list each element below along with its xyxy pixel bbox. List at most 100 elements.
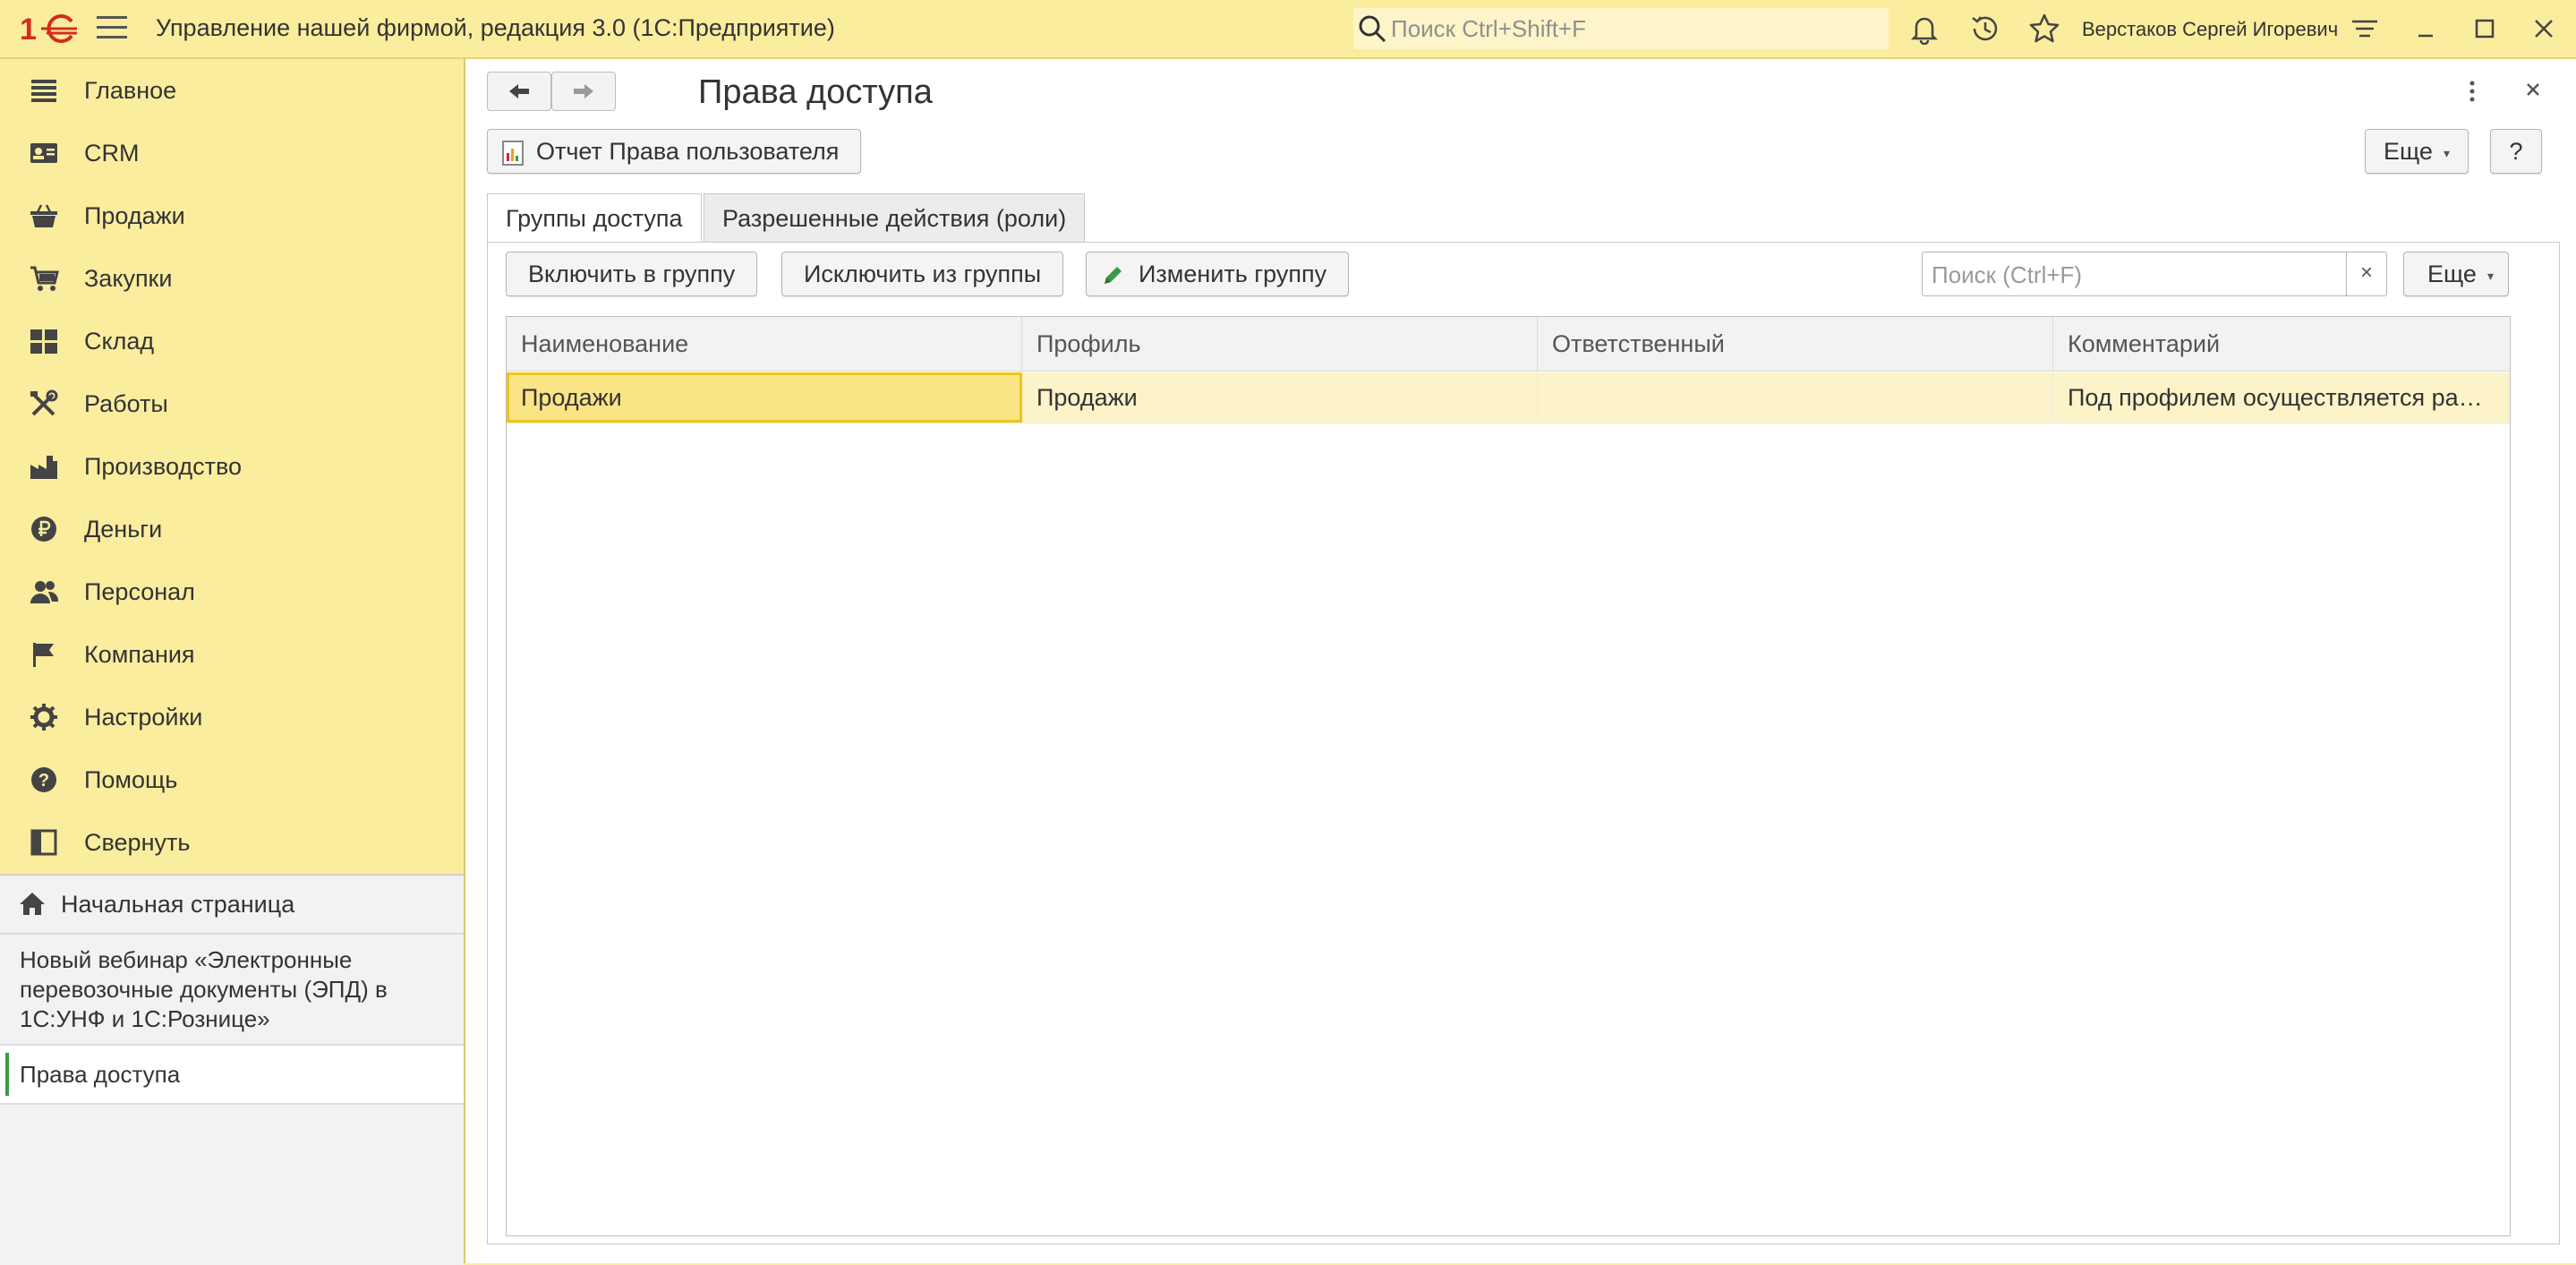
column-header-profile[interactable]: Профиль (1022, 317, 1538, 371)
forward-button[interactable] (551, 72, 616, 111)
sidebar-item-crm[interactable]: CRM (0, 122, 464, 184)
app-title: Управление нашей фирмой, редакция 3.0 (1… (156, 14, 835, 41)
sidebar-item-label: Производство (84, 453, 243, 480)
sidebar-item-works[interactable]: Работы (0, 372, 464, 435)
page-title: Права доступа (698, 73, 933, 111)
contact-card-icon (29, 139, 59, 167)
tab-panel-access-groups: Включить в группу Исключить из группы Из… (487, 242, 2560, 1244)
history-nav (487, 72, 619, 113)
help-icon: ? (29, 765, 59, 794)
table-more-button[interactable]: Еще ▾ (2403, 252, 2509, 296)
open-page-home[interactable]: Начальная страница (0, 876, 464, 935)
exclude-from-group-button[interactable]: Исключить из группы (781, 252, 1064, 296)
user-name[interactable]: Верстаков Сергей Игоревич (2082, 18, 2338, 41)
sidebar-item-label: Деньги (84, 516, 163, 543)
more-vertical-icon[interactable] (2469, 81, 2476, 102)
sidebar-item-label: Персонал (84, 578, 195, 605)
cart-icon (29, 264, 59, 293)
sidebar-item-label: Закупки (84, 265, 173, 292)
column-header-comment[interactable]: Комментарий (2053, 317, 2510, 371)
open-page-current[interactable]: Права доступа (0, 1046, 464, 1105)
sidebar-item-label: CRM (84, 140, 140, 167)
column-header-responsible[interactable]: Ответственный (1538, 317, 2053, 371)
help-button[interactable]: ? (2490, 129, 2542, 174)
cell-responsible[interactable] (1538, 372, 2053, 423)
history-icon[interactable] (1969, 13, 2001, 45)
edit-group-label: Изменить группу (1139, 261, 1327, 287)
include-in-group-button[interactable]: Включить в группу (506, 252, 758, 296)
sidebar-item-warehouse[interactable]: Склад (0, 310, 464, 372)
sidebar-item-company[interactable]: Компания (0, 623, 464, 686)
sidebar-item-main[interactable]: Главное (0, 59, 464, 122)
sidebar-item-label: Компания (84, 641, 195, 668)
close-icon[interactable] (2528, 13, 2560, 45)
search-icon (1357, 13, 1387, 44)
cell-name[interactable]: Продажи (507, 372, 1022, 423)
column-header-name[interactable]: Наименование (507, 317, 1022, 371)
sidebar-item-help[interactable]: ? Помощь (0, 748, 464, 811)
tab-allowed-actions[interactable]: Разрешенные действия (роли) (704, 193, 1086, 244)
more-button-label: Еще (2384, 138, 2433, 165)
maximize-icon[interactable] (2469, 13, 2501, 45)
1c-logo[interactable]: 1 (20, 11, 79, 47)
report-button-label: Отчет Права пользователя (536, 138, 840, 165)
global-search-input[interactable] (1389, 12, 1876, 46)
star-icon[interactable] (2028, 13, 2060, 45)
back-button[interactable] (487, 72, 551, 111)
sidebar-item-label: Настройки (84, 704, 203, 731)
global-search[interactable] (1353, 8, 1889, 49)
sidebar-item-label: Склад (84, 328, 155, 355)
sidebar-item-collapse[interactable]: Свернуть (0, 811, 464, 874)
flag-icon (29, 640, 59, 669)
sidebar-item-production[interactable]: Производство (0, 435, 464, 498)
sidebar-item-label: Главное (84, 77, 177, 104)
table-search-input[interactable] (1930, 258, 2327, 292)
svg-text:?: ? (38, 771, 49, 791)
pencil-icon (1101, 264, 1124, 287)
title-bar: 1 Управление нашей фирмой, редакция 3.0 … (0, 0, 2576, 59)
sidebar-item-label: Продажи (84, 202, 185, 229)
open-page-webinar[interactable]: Новый вебинар «Электронные перевозочные … (0, 935, 464, 1046)
svg-text:1: 1 (20, 13, 37, 47)
cell-profile[interactable]: Продажи (1022, 372, 1538, 423)
bell-icon[interactable] (1908, 13, 1941, 45)
dropdown-caret-icon: ▾ (2486, 268, 2494, 283)
form-area: Права доступа Отчет Права пользователя Е… (465, 59, 2576, 1263)
open-pages-panel: Начальная страница Новый вебинар «Электр… (0, 874, 464, 1265)
sidebar-item-money[interactable]: Деньги (0, 498, 464, 560)
open-page-label: Начальная страница (61, 891, 295, 918)
sidebar-item-personnel[interactable]: Персонал (0, 560, 464, 623)
sidebar-item-sales[interactable]: Продажи (0, 184, 464, 247)
sidebar-item-settings[interactable]: Настройки (0, 686, 464, 748)
gear-icon (29, 703, 59, 731)
more-button[interactable]: Еще ▾ (2365, 129, 2469, 174)
people-icon (29, 577, 59, 606)
report-icon (502, 140, 524, 166)
list-icon (29, 76, 59, 105)
active-indicator (5, 1053, 9, 1096)
tools-icon (29, 389, 59, 418)
menu-icon[interactable] (97, 16, 127, 41)
access-groups-table[interactable]: Наименование Профиль Ответственный Комме… (506, 316, 2511, 1236)
sidebar-item-purchases[interactable]: Закупки (0, 247, 464, 310)
tab-access-groups[interactable]: Группы доступа (487, 193, 702, 244)
dropdown-caret-icon: ▾ (2443, 145, 2450, 160)
settings-lines-icon[interactable] (2349, 13, 2381, 45)
cell-comment[interactable]: Под профилем осуществляется ра… (2053, 372, 2510, 423)
close-form-icon[interactable] (2521, 77, 2546, 102)
table-search[interactable]: × (1922, 252, 2387, 296)
collapse-panel-icon (29, 828, 59, 857)
factory-icon (29, 452, 59, 481)
sidebar-item-label: Помощь (84, 766, 178, 793)
table-row[interactable]: Продажи Продажи Под профилем осуществляе… (507, 372, 2510, 423)
sidebar-item-label: Свернуть (84, 829, 191, 856)
basket-icon (29, 201, 59, 230)
grid-blocks-icon (29, 327, 59, 355)
edit-group-button[interactable]: Изменить группу (1086, 252, 1350, 296)
minimize-icon[interactable] (2410, 13, 2442, 45)
sidebar-item-label: Работы (84, 390, 168, 417)
report-user-rights-button[interactable]: Отчет Права пользователя (487, 129, 862, 174)
open-page-label: Права доступа (20, 1061, 181, 1088)
clear-search-button[interactable]: × (2346, 252, 2386, 295)
table-header: Наименование Профиль Ответственный Комме… (507, 317, 2510, 372)
